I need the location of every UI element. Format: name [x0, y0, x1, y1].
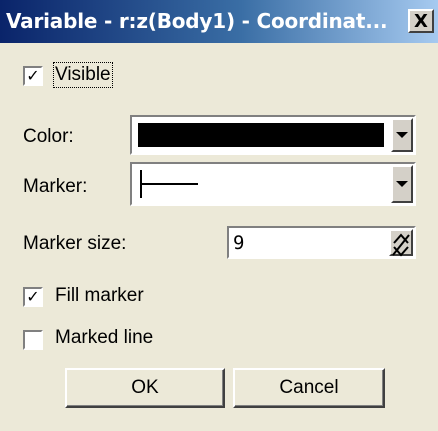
marker-dropdown[interactable] — [130, 162, 416, 206]
color-swatch — [138, 123, 384, 147]
color-label: Color: — [23, 126, 74, 147]
window-title: Variable - r:z(Body1) - Coordinat... — [6, 9, 388, 33]
ok-button-label: OK — [131, 377, 159, 398]
marker-size-label: Marker size: — [23, 233, 127, 254]
chevron-down-icon — [396, 132, 408, 138]
title-bar[interactable]: Variable - r:z(Body1) - Coordinat... X — [0, 0, 438, 43]
spinner-arrows-icon — [392, 233, 410, 257]
ok-button[interactable]: OK — [65, 368, 225, 408]
visible-label[interactable]: Visible — [53, 62, 113, 88]
marker-label: Marker: — [23, 176, 88, 197]
variable-dialog: Variable - r:z(Body1) - Coordinat... X ✓… — [0, 0, 438, 431]
chevron-down-icon — [396, 181, 408, 187]
marker-dropdown-button[interactable] — [391, 165, 413, 203]
cancel-button-label: Cancel — [279, 377, 339, 398]
cancel-button[interactable]: Cancel — [233, 368, 385, 408]
marked-line-checkbox[interactable] — [23, 330, 43, 350]
visible-checkbox[interactable]: ✓ — [23, 66, 43, 86]
color-dropdown[interactable] — [130, 115, 416, 155]
marker-size-value: 9 — [233, 232, 245, 254]
fill-marker-checkbox[interactable]: ✓ — [23, 287, 43, 307]
fill-marker-label[interactable]: Fill marker — [55, 285, 144, 307]
marker-preview — [140, 170, 200, 198]
checkmark-icon: ✓ — [26, 287, 40, 306]
marker-size-spin-button[interactable] — [389, 229, 413, 257]
close-icon: X — [414, 10, 428, 32]
marker-size-input[interactable]: 9 — [227, 226, 416, 259]
close-button[interactable]: X — [408, 9, 434, 33]
checkmark-icon: ✓ — [26, 66, 40, 85]
marked-line-label[interactable]: Marked line — [55, 327, 153, 349]
color-dropdown-button[interactable] — [391, 118, 413, 152]
